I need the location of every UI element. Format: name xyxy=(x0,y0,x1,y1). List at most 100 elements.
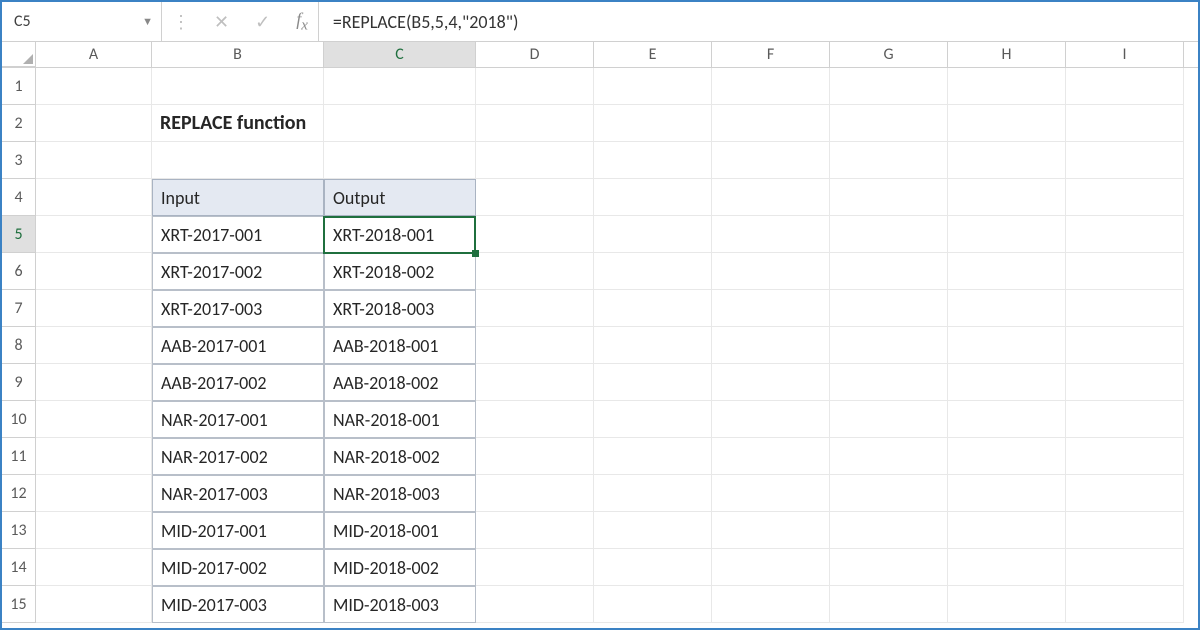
column-header[interactable]: I xyxy=(1066,42,1184,67)
cell[interactable] xyxy=(594,216,712,253)
cell[interactable] xyxy=(948,327,1066,364)
row-header[interactable]: 9 xyxy=(2,364,36,401)
cell[interactable] xyxy=(712,401,830,438)
cell[interactable] xyxy=(830,290,948,327)
cell[interactable] xyxy=(594,512,712,549)
cell[interactable] xyxy=(36,68,152,105)
cell[interactable] xyxy=(36,290,152,327)
table-header-output[interactable]: Output xyxy=(324,179,476,216)
cell[interactable] xyxy=(712,475,830,512)
name-box[interactable]: C5 ▼ xyxy=(2,2,162,41)
cell[interactable] xyxy=(1066,475,1184,512)
cell[interactable] xyxy=(1066,216,1184,253)
cell[interactable] xyxy=(830,179,948,216)
cell[interactable] xyxy=(712,105,830,142)
chevron-down-icon[interactable]: ▼ xyxy=(142,15,153,28)
cell[interactable] xyxy=(830,253,948,290)
cell[interactable] xyxy=(712,512,830,549)
cell[interactable] xyxy=(36,512,152,549)
spreadsheet-grid[interactable]: A B C D E F G H I 1 2 REPLACE function xyxy=(2,42,1198,628)
cell[interactable] xyxy=(948,68,1066,105)
cell[interactable] xyxy=(476,216,594,253)
cell-output[interactable]: XRT-2018-003 xyxy=(324,290,476,327)
cell[interactable] xyxy=(594,549,712,586)
cell[interactable] xyxy=(830,327,948,364)
cell-input[interactable]: XRT-2017-002 xyxy=(152,253,324,290)
cell[interactable] xyxy=(948,105,1066,142)
cell[interactable] xyxy=(36,105,152,142)
row-header[interactable]: 2 xyxy=(2,105,36,142)
cell[interactable] xyxy=(712,586,830,623)
cell[interactable] xyxy=(712,438,830,475)
cell[interactable] xyxy=(948,475,1066,512)
cell[interactable] xyxy=(1066,586,1184,623)
cell[interactable] xyxy=(948,179,1066,216)
cell[interactable] xyxy=(36,438,152,475)
cell-input[interactable]: AAB-2017-002 xyxy=(152,364,324,401)
cell-title[interactable]: REPLACE function xyxy=(152,105,324,142)
cell[interactable] xyxy=(36,253,152,290)
cell[interactable] xyxy=(712,142,830,179)
column-header[interactable]: B xyxy=(152,42,324,67)
cell[interactable] xyxy=(594,179,712,216)
cell[interactable] xyxy=(476,179,594,216)
row-header[interactable]: 15 xyxy=(2,586,36,623)
cell[interactable] xyxy=(1066,438,1184,475)
row-header[interactable]: 8 xyxy=(2,327,36,364)
cell-input[interactable]: MID-2017-003 xyxy=(152,586,324,623)
cancel-icon[interactable]: ✕ xyxy=(214,11,229,33)
row-header[interactable]: 10 xyxy=(2,401,36,438)
cell[interactable] xyxy=(36,179,152,216)
row-header[interactable]: 3 xyxy=(2,142,36,179)
cell[interactable] xyxy=(36,549,152,586)
row-header[interactable]: 13 xyxy=(2,512,36,549)
cell[interactable] xyxy=(830,401,948,438)
cell[interactable] xyxy=(476,105,594,142)
cell[interactable] xyxy=(36,586,152,623)
row-header[interactable]: 14 xyxy=(2,549,36,586)
cell[interactable] xyxy=(476,401,594,438)
cell[interactable] xyxy=(36,216,152,253)
cell[interactable] xyxy=(948,438,1066,475)
cell[interactable] xyxy=(594,475,712,512)
cell[interactable] xyxy=(830,586,948,623)
row-header[interactable]: 7 xyxy=(2,290,36,327)
cell[interactable] xyxy=(712,549,830,586)
cell[interactable] xyxy=(594,142,712,179)
cell[interactable] xyxy=(1066,142,1184,179)
row-header[interactable]: 1 xyxy=(2,68,36,105)
cell[interactable] xyxy=(712,327,830,364)
cell[interactable] xyxy=(1066,401,1184,438)
cell[interactable] xyxy=(476,253,594,290)
cell[interactable] xyxy=(476,475,594,512)
fx-icon[interactable]: fx xyxy=(296,9,308,35)
cell[interactable] xyxy=(1066,68,1184,105)
cell[interactable] xyxy=(594,401,712,438)
column-header[interactable]: A xyxy=(36,42,152,67)
cell-output[interactable]: MID-2018-003 xyxy=(324,586,476,623)
cell[interactable] xyxy=(1066,253,1184,290)
cell-input[interactable]: MID-2017-002 xyxy=(152,549,324,586)
cell[interactable] xyxy=(594,327,712,364)
cell[interactable] xyxy=(476,438,594,475)
cell[interactable] xyxy=(948,216,1066,253)
select-all-corner[interactable] xyxy=(2,42,36,67)
cell[interactable] xyxy=(152,142,324,179)
cell[interactable] xyxy=(830,475,948,512)
cell[interactable] xyxy=(948,142,1066,179)
cell[interactable] xyxy=(594,290,712,327)
cell[interactable] xyxy=(476,290,594,327)
cell[interactable] xyxy=(948,290,1066,327)
column-header[interactable]: H xyxy=(948,42,1066,67)
cell[interactable] xyxy=(476,68,594,105)
cell[interactable] xyxy=(1066,290,1184,327)
cell[interactable] xyxy=(324,142,476,179)
cell-output[interactable]: NAR-2018-002 xyxy=(324,438,476,475)
cell[interactable] xyxy=(830,549,948,586)
column-header[interactable]: C xyxy=(324,42,476,67)
row-header[interactable]: 5 xyxy=(2,216,36,253)
cell[interactable] xyxy=(36,475,152,512)
cell[interactable] xyxy=(712,364,830,401)
cell[interactable] xyxy=(712,253,830,290)
cell-input[interactable]: NAR-2017-001 xyxy=(152,401,324,438)
